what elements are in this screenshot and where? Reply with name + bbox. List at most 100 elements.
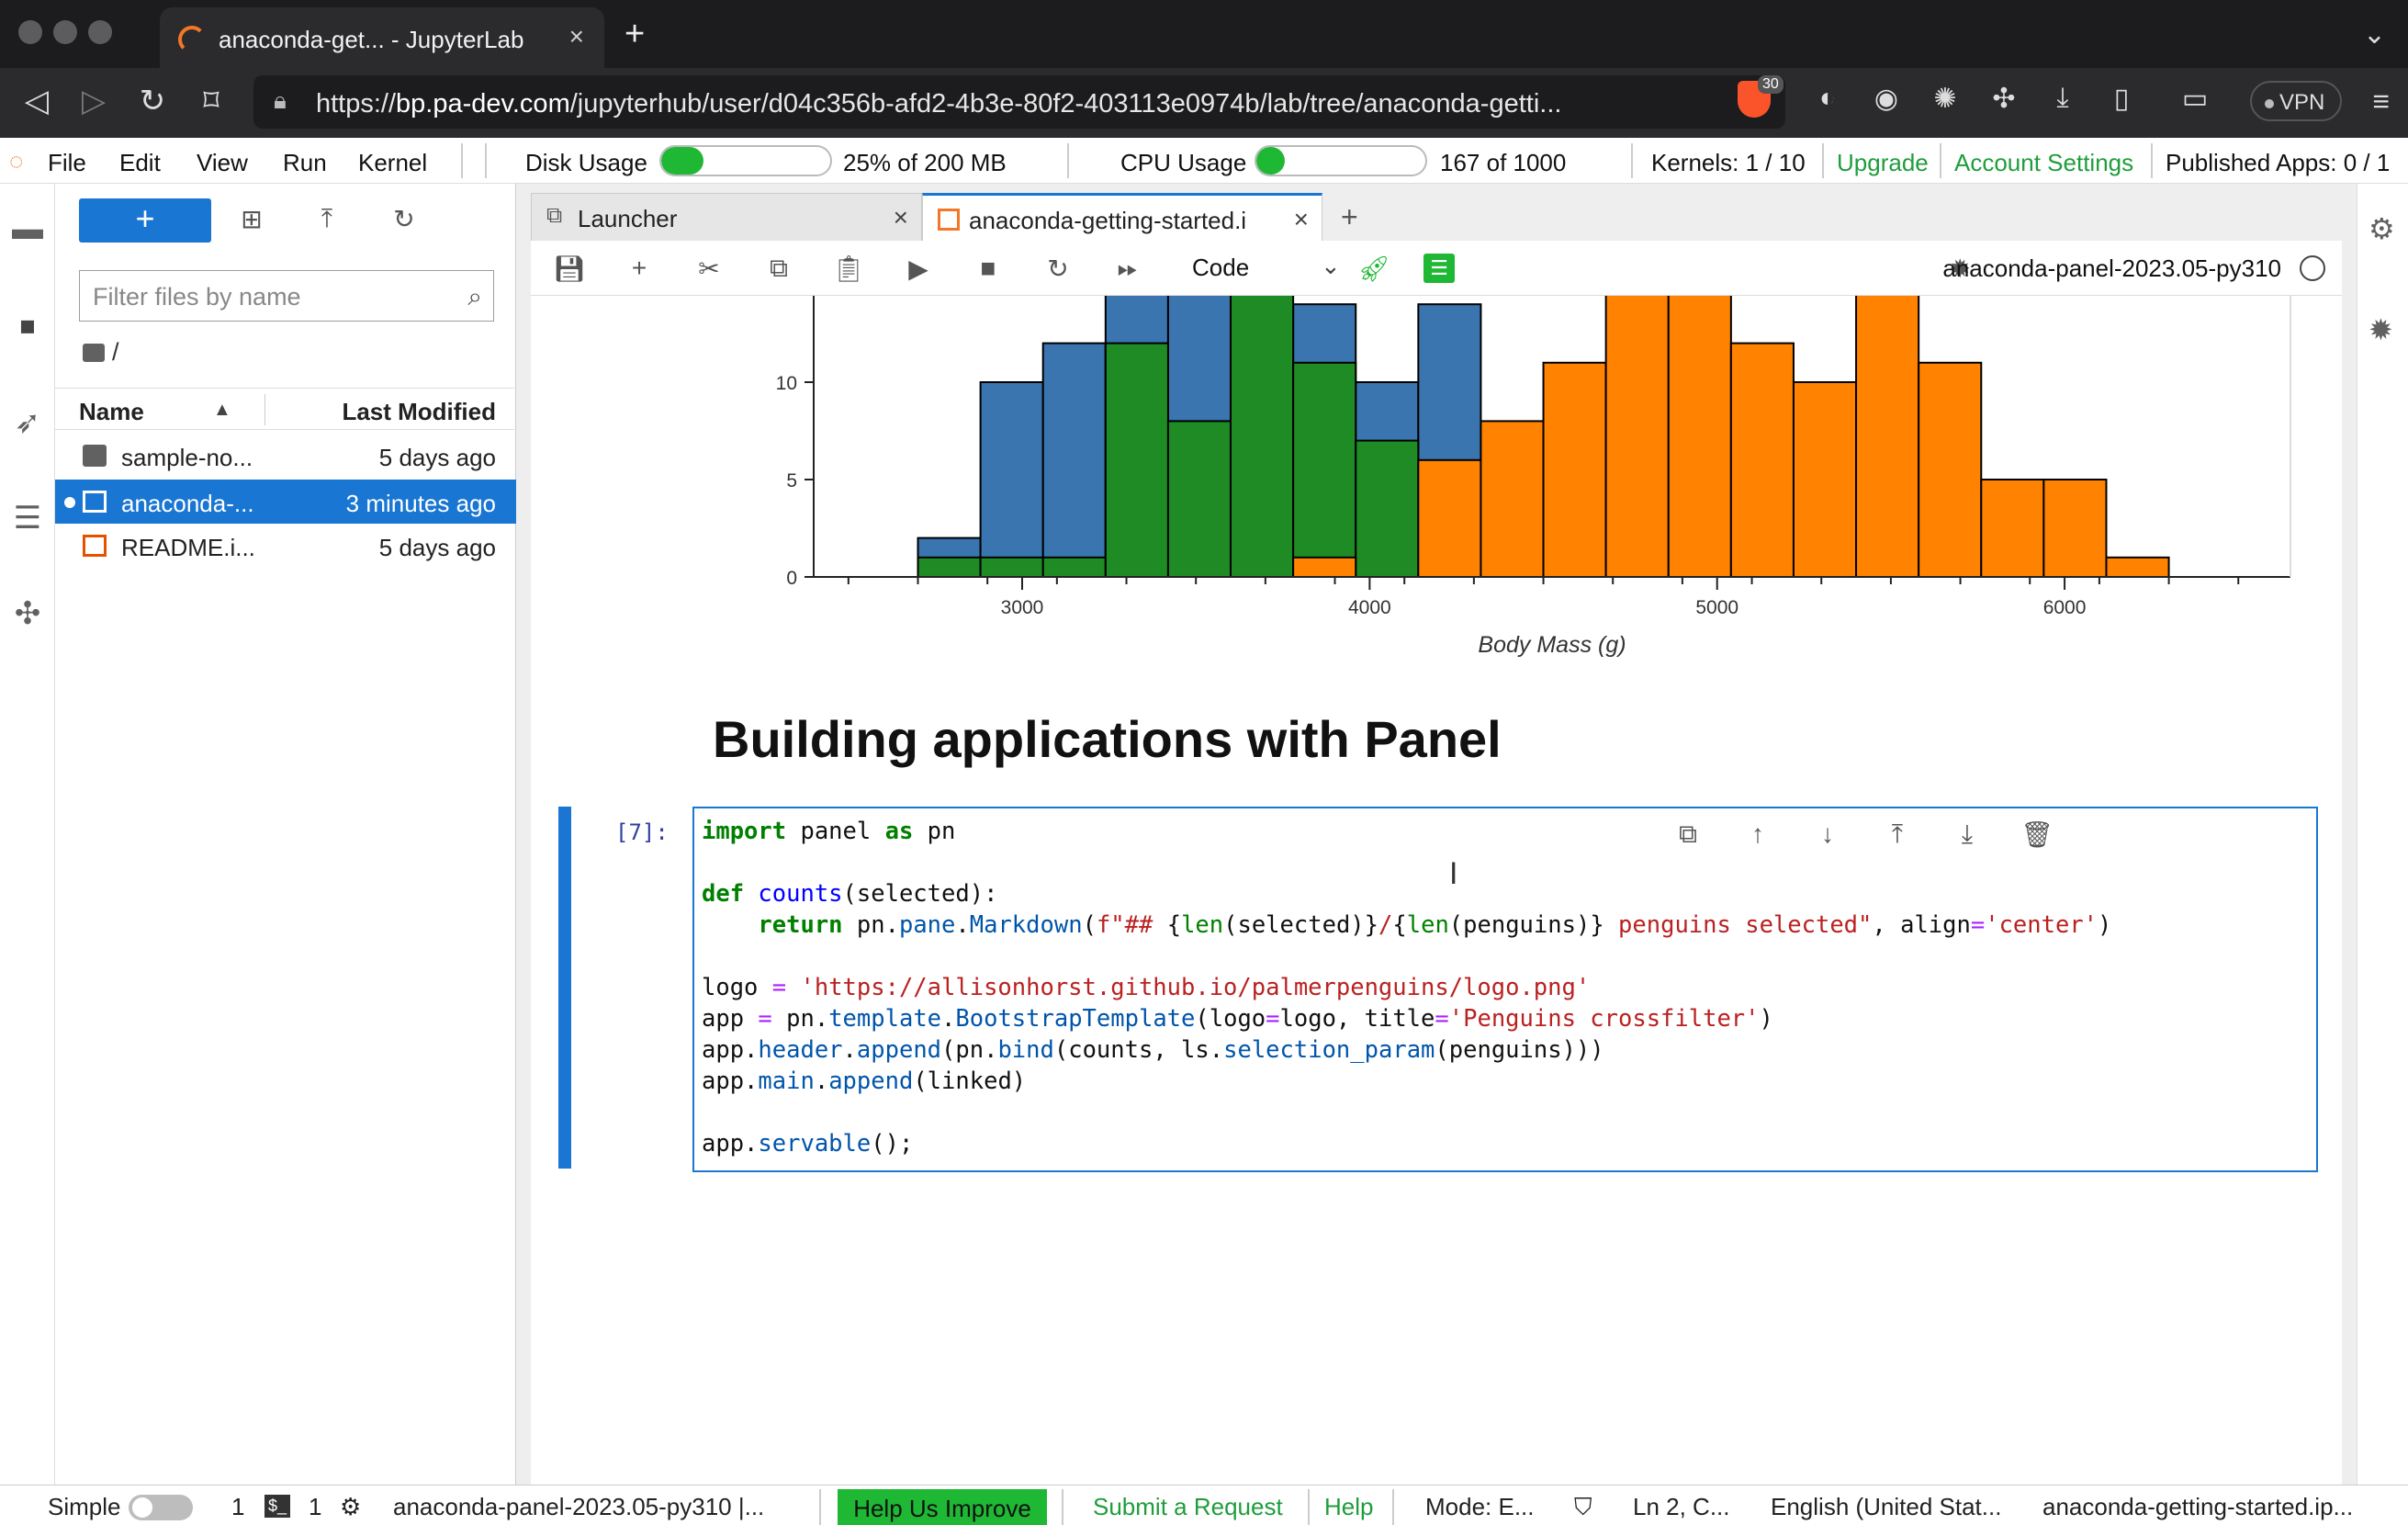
download-icon[interactable]: ⤓ bbox=[2044, 83, 2081, 114]
menu-kernel[interactable]: Kernel bbox=[358, 149, 427, 177]
chevron-down-icon[interactable]: ⌄ bbox=[1321, 252, 1341, 280]
insert-below-icon[interactable]: ⤓ bbox=[1949, 819, 1986, 850]
menu-edit[interactable]: Edit bbox=[119, 149, 161, 177]
paste-icon[interactable]: 📋︎ bbox=[830, 254, 867, 284]
insert-above-icon[interactable]: ⤒ bbox=[1879, 819, 1916, 850]
kernel-name[interactable]: anaconda-panel-2023.05-py310 bbox=[1942, 254, 2281, 283]
histogram-bar bbox=[979, 556, 1044, 578]
zoom-window-button[interactable] bbox=[88, 20, 112, 44]
file-row[interactable]: README.i... 5 days ago bbox=[55, 524, 516, 568]
debugger-icon[interactable]: ✹ bbox=[2369, 312, 2393, 347]
puzzle-icon[interactable]: ✣ bbox=[1986, 83, 2022, 115]
bookmark-icon[interactable]: ⌑ bbox=[193, 83, 230, 119]
column-last-modified[interactable]: Last Modified bbox=[342, 398, 496, 426]
move-up-icon[interactable]: ↑ bbox=[1739, 819, 1776, 849]
stop-icon[interactable]: ■ bbox=[970, 254, 1007, 283]
filter-files-input[interactable] bbox=[93, 280, 442, 313]
tab-notebook[interactable]: anaconda-getting-started.i × bbox=[922, 193, 1322, 243]
table-of-contents-icon[interactable]: ☰ bbox=[7, 500, 48, 540]
cut-icon[interactable]: ✂ bbox=[691, 254, 727, 284]
language[interactable]: English (United Stat... bbox=[1771, 1493, 2001, 1521]
save-icon[interactable]: 💾︎ bbox=[551, 254, 588, 284]
folder-icon[interactable]: ▬ bbox=[7, 211, 48, 252]
extension-icon[interactable]: ◐ bbox=[1809, 83, 1846, 114]
url-text[interactable]: https://bp.pa-dev.com/jupyterhub/user/d0… bbox=[316, 89, 1693, 119]
forward-icon[interactable]: ▷ bbox=[75, 83, 112, 119]
minimize-window-button[interactable] bbox=[53, 20, 77, 44]
close-icon[interactable]: × bbox=[894, 203, 908, 232]
wallet-icon[interactable]: ▭ bbox=[2177, 83, 2213, 115]
submit-request-link[interactable]: Submit a Request bbox=[1093, 1493, 1283, 1521]
insert-cell-icon[interactable]: + bbox=[621, 254, 658, 283]
histogram-bar bbox=[1041, 556, 1107, 578]
column-name[interactable]: Name bbox=[79, 398, 144, 426]
deploy-rocket-icon[interactable]: 🚀︎ bbox=[1356, 254, 1392, 284]
close-window-button[interactable] bbox=[18, 20, 42, 44]
help-link[interactable]: Help bbox=[1324, 1493, 1373, 1521]
browser-tab-close-icon[interactable]: × bbox=[569, 22, 584, 51]
new-launcher-button[interactable]: + bbox=[79, 198, 211, 243]
editor-mode[interactable]: Mode: E... bbox=[1425, 1493, 1535, 1521]
extension-manager-icon[interactable]: ✣ bbox=[7, 595, 48, 636]
close-icon[interactable]: × bbox=[1294, 205, 1309, 234]
histogram-bar bbox=[1104, 342, 1169, 578]
move-down-icon[interactable]: ↓ bbox=[1809, 819, 1846, 849]
filter-files-field[interactable]: ⌕ bbox=[79, 270, 494, 322]
extension-icon[interactable]: ◉ bbox=[1868, 83, 1905, 115]
duplicate-cell-icon[interactable]: ⧉ bbox=[1670, 819, 1706, 850]
toggle-knob bbox=[132, 1497, 152, 1518]
simple-mode-toggle[interactable] bbox=[129, 1495, 193, 1520]
add-tab-icon[interactable]: + bbox=[1341, 200, 1358, 234]
code-cell-editor[interactable]: import panel as pn def counts(selected):… bbox=[692, 807, 2318, 1172]
left-activity-bar: ▬ ⏹ ➶ ☰ ✣ bbox=[0, 184, 55, 1485]
help-us-improve-button[interactable]: Help Us Improve bbox=[838, 1489, 1047, 1525]
panel-preview-icon[interactable]: ☰ bbox=[1423, 254, 1455, 283]
extension-icon[interactable]: ✺ bbox=[1927, 83, 1964, 115]
kernels-count[interactable]: 1 bbox=[309, 1493, 321, 1521]
back-icon[interactable]: ◁ bbox=[18, 83, 55, 119]
menu-icon[interactable]: ≡ bbox=[2372, 85, 2390, 119]
upload-icon[interactable]: ⤒ bbox=[309, 204, 345, 234]
menu-file[interactable]: File bbox=[48, 149, 86, 177]
property-inspector-icon[interactable]: ⚙ bbox=[2369, 211, 2395, 246]
address-bar[interactable]: 🔒︎ https://bp.pa-dev.com/jupyterhub/user… bbox=[253, 75, 1785, 129]
tab-launcher[interactable]: ⧉ Launcher × bbox=[531, 193, 922, 241]
upgrade-link[interactable]: Upgrade bbox=[1837, 149, 1929, 177]
running-icon[interactable]: ⏹ bbox=[7, 309, 48, 349]
vpn-button[interactable]: VPN bbox=[2250, 81, 2342, 121]
account-settings-link[interactable]: Account Settings bbox=[1954, 149, 2133, 177]
file-name: anaconda-... bbox=[121, 490, 254, 517]
reload-icon[interactable]: ↻ bbox=[134, 83, 171, 119]
kernel-icon: ⚙ bbox=[340, 1493, 362, 1520]
histogram-bar bbox=[1230, 296, 1295, 578]
tab-label: Launcher bbox=[578, 205, 678, 232]
run-all-icon[interactable]: ⏩︎ bbox=[1109, 254, 1146, 284]
terminals-count[interactable]: 1 bbox=[231, 1493, 244, 1521]
new-tab-icon[interactable]: + bbox=[625, 15, 645, 54]
file-row[interactable]: sample-no... 5 days ago bbox=[55, 434, 516, 478]
cell-type-select[interactable]: Code bbox=[1192, 254, 1249, 282]
cursor-position[interactable]: Ln 2, C... bbox=[1633, 1493, 1730, 1521]
run-icon[interactable]: ▶ bbox=[900, 254, 937, 284]
delete-cell-icon[interactable]: 🗑︎ bbox=[2019, 819, 2055, 850]
menu-run[interactable]: Run bbox=[283, 149, 327, 177]
histogram-bar bbox=[1355, 439, 1420, 578]
cpu-usage-fill bbox=[1256, 147, 1285, 175]
kernel-status[interactable]: anaconda-panel-2023.05-py310 |... bbox=[393, 1493, 764, 1521]
notebook-content[interactable]: 0 5 10 15 3000 4000 5000 6000 Body Mass (g) Buil… bbox=[531, 296, 2342, 1485]
copy-icon[interactable]: ⧉ bbox=[760, 254, 797, 284]
y-tick-label: 10 bbox=[776, 373, 797, 394]
restart-icon[interactable]: ↻ bbox=[1040, 254, 1076, 284]
menu-view[interactable]: View bbox=[197, 149, 248, 177]
chevron-down-icon[interactable]: ⌄ bbox=[2363, 18, 2386, 51]
sidebar-icon[interactable]: ▯ bbox=[2103, 83, 2140, 115]
rocket-icon[interactable]: ➶ bbox=[7, 404, 48, 445]
breadcrumb[interactable]: / bbox=[83, 338, 119, 367]
status-bar: Simple 1 $_ 1 ⚙ anaconda-panel-2023.05-p… bbox=[0, 1485, 2408, 1525]
y-tick-label: 0 bbox=[786, 568, 797, 589]
file-row[interactable]: anaconda-... 3 minutes ago bbox=[55, 480, 516, 524]
refresh-icon[interactable]: ↻ bbox=[386, 204, 422, 234]
new-folder-icon[interactable]: ⊞ bbox=[233, 204, 270, 234]
browser-tab[interactable]: anaconda-get... - JupyterLab × bbox=[160, 7, 604, 68]
code-text[interactable]: import panel as pn def counts(selected):… bbox=[702, 816, 2111, 1159]
